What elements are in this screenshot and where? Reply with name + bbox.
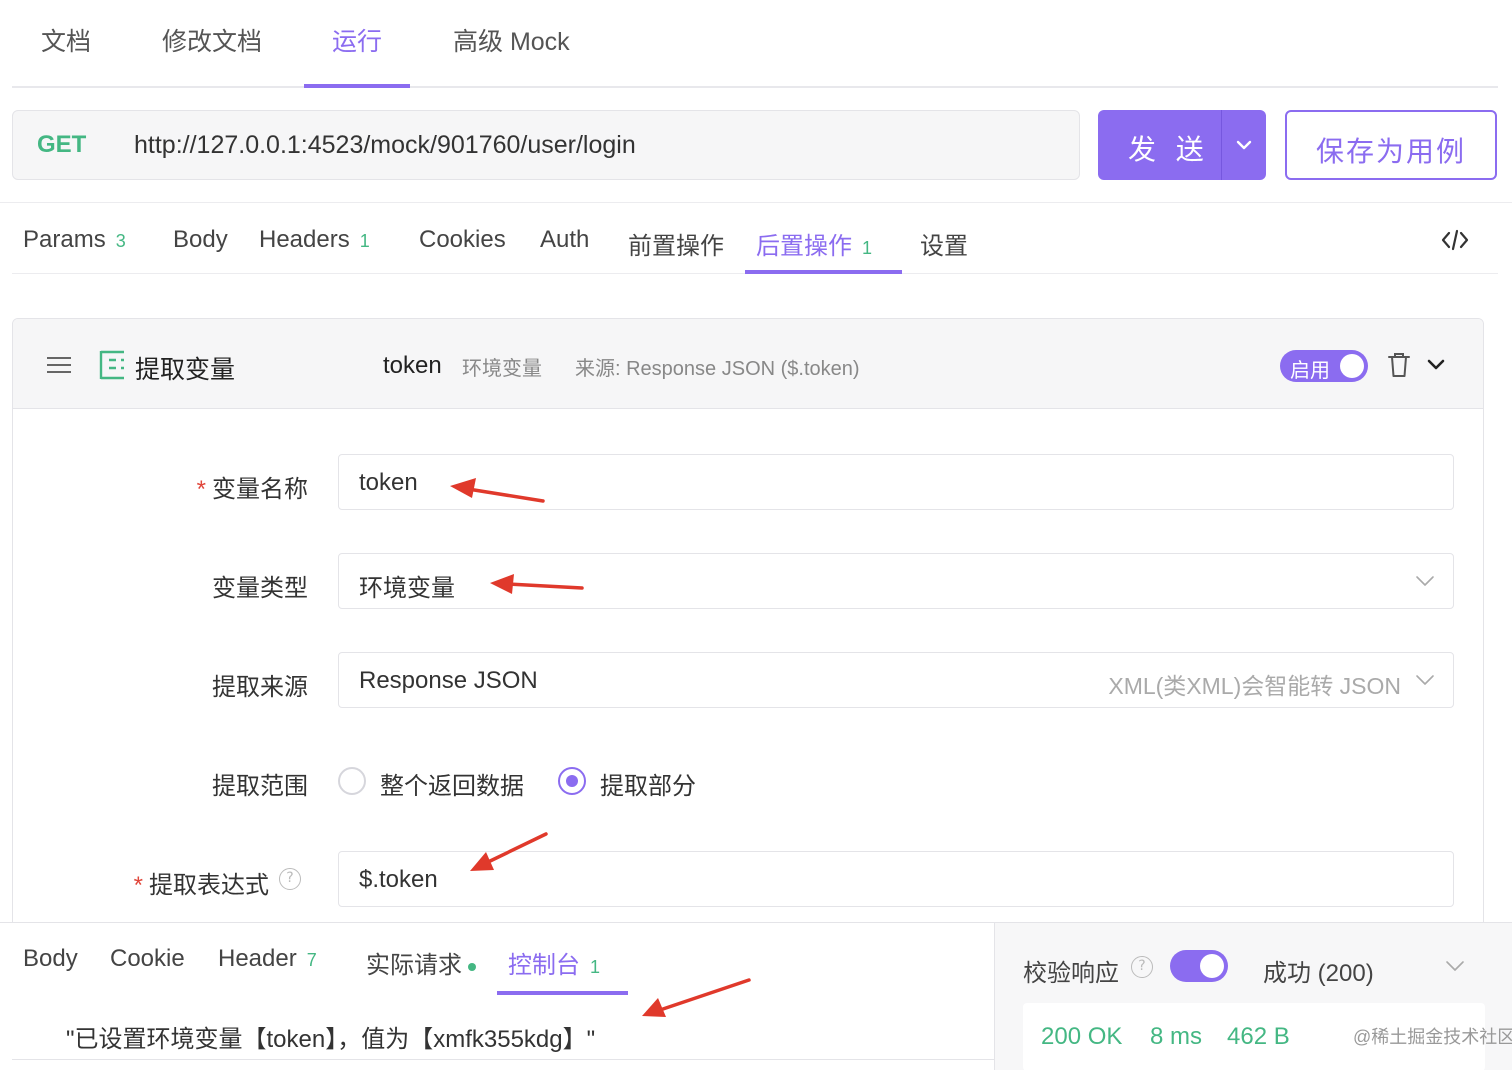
tab-params[interactable]: Params 3 <box>23 226 126 254</box>
extract-source-label: 提取来源 <box>212 674 308 701</box>
extract-expression-input[interactable]: $.token <box>338 851 1454 907</box>
chevron-down-icon[interactable] <box>1235 136 1253 154</box>
save-as-case-button[interactable]: 保存为用例 <box>1285 110 1497 180</box>
help-icon[interactable]: ? <box>279 868 301 890</box>
extract-scope-label: 提取范围 <box>212 773 308 800</box>
variable-name-value: token <box>359 469 418 496</box>
active-tab-indicator <box>497 991 628 995</box>
scope-all-radio[interactable] <box>338 767 366 795</box>
chevron-down-icon[interactable] <box>1426 357 1446 373</box>
validate-response-label: 校验响应 <box>1023 960 1119 987</box>
chevron-down-icon <box>1416 675 1434 685</box>
toggle-knob <box>1200 954 1224 978</box>
resp-tab-header-label: Header <box>218 945 297 972</box>
scope-all-label[interactable]: 整个返回数据 <box>380 766 524 801</box>
required-mark: * <box>133 872 143 899</box>
tab-headers[interactable]: Headers 1 <box>259 226 370 254</box>
extract-variable-icon <box>99 350 124 380</box>
resp-tab-actual-request[interactable]: 实际请求 <box>366 945 476 980</box>
tab-settings[interactable]: 设置 <box>920 226 968 261</box>
tab-auth[interactable]: Auth <box>540 226 589 254</box>
resp-tab-console[interactable]: 控制台 1 <box>508 945 600 980</box>
console-count-badge: 1 <box>590 957 601 977</box>
active-tab-indicator <box>745 270 902 274</box>
resp-tab-body[interactable]: Body <box>23 945 78 973</box>
toggle-knob <box>1340 354 1364 378</box>
request-url-bar[interactable]: GET http://127.0.0.1:4523/mock/901760/us… <box>12 110 1080 180</box>
headers-count-badge: 1 <box>359 231 370 251</box>
active-tab-indicator <box>304 84 410 88</box>
trash-icon[interactable] <box>1387 352 1411 378</box>
response-panel: Body Cookie Header 7 实际请求 控制台 1 "已设置环境变量【t… <box>0 922 994 1070</box>
extract-source-hint: XML(类XML)会智能转 JSON <box>1108 673 1401 699</box>
tab-edit-docs[interactable]: 修改文档 <box>162 22 262 58</box>
header-count-badge: 7 <box>306 950 317 970</box>
scope-part-radio[interactable] <box>558 767 586 795</box>
tab-run[interactable]: 运行 <box>332 22 382 58</box>
summary-source: 来源: Response JSON ($.token) <box>575 358 860 380</box>
validate-response-toggle[interactable] <box>1170 950 1228 982</box>
response-size: 462 B <box>1227 1023 1290 1050</box>
variable-name-input[interactable]: token <box>338 454 1454 510</box>
top-tab-bar: 文档 修改文档 运行 高级 Mock <box>12 0 1498 88</box>
send-button-label: 发 送 <box>1128 134 1210 165</box>
send-button[interactable]: 发 送 <box>1098 110 1266 180</box>
variable-type-value: 环境变量 <box>359 575 455 602</box>
tab-headers-label: Headers <box>259 226 350 253</box>
validation-panel: 校验响应 ? 成功 (200) 200 OK 8 ms 462 B @稀土掘金技… <box>994 922 1512 1070</box>
post-operations-count-badge: 1 <box>862 238 873 258</box>
tab-post-operations-label: 后置操作 <box>756 233 852 260</box>
response-status-bar: 200 OK 8 ms 462 B @稀土掘金技术社区 <box>1023 1003 1512 1070</box>
chevron-down-icon[interactable] <box>1445 959 1465 973</box>
extract-expression-label: * 提取表达式 <box>134 865 269 900</box>
required-mark: * <box>196 476 206 503</box>
save-as-case-label: 保存为用例 <box>1315 136 1466 167</box>
extract-variable-card: 提取变量 token 环境变量 来源: Response JSON ($.tok… <box>12 318 1484 938</box>
variable-type-select[interactable]: 环境变量 <box>338 553 1454 609</box>
tab-post-operations[interactable]: 后置操作 1 <box>756 226 872 261</box>
code-icon[interactable] <box>1440 228 1470 252</box>
resp-tab-actual-request-label: 实际请求 <box>366 952 462 979</box>
params-count-badge: 3 <box>115 231 126 251</box>
tab-docs[interactable]: 文档 <box>41 22 91 58</box>
enable-toggle[interactable]: 启用 <box>1280 350 1368 382</box>
extract-expression-label-text: 提取表达式 <box>149 872 269 899</box>
response-time: 8 ms <box>1150 1023 1203 1050</box>
request-tab-bar: Params 3 Body Headers 1 Cookies Auth 前置操作 … <box>12 210 1498 274</box>
summary-variable-name: token <box>383 352 442 379</box>
scope-part-label[interactable]: 提取部分 <box>600 766 696 801</box>
variable-type-label: 变量类型 <box>212 575 308 602</box>
validation-result-select[interactable]: 成功 (200) <box>1263 953 1374 988</box>
extract-variable-title: 提取变量 <box>135 356 236 384</box>
summary-variable-type: 环境变量 <box>462 358 542 380</box>
chevron-down-icon <box>1416 576 1434 586</box>
url-input[interactable]: http://127.0.0.1:4523/mock/901760/user/l… <box>134 131 636 160</box>
enable-toggle-label: 启用 <box>1290 360 1330 382</box>
send-button-divider <box>1221 110 1222 180</box>
tab-cookies[interactable]: Cookies <box>419 226 506 254</box>
drag-handle-icon[interactable] <box>46 355 72 375</box>
http-method[interactable]: GET <box>37 131 86 159</box>
divider <box>12 1059 994 1060</box>
divider <box>0 202 1512 203</box>
resp-tab-cookie[interactable]: Cookie <box>110 945 185 973</box>
status-dot <box>468 962 476 971</box>
tab-advanced-mock[interactable]: 高级 Mock <box>453 22 570 58</box>
extract-expression-value: $.token <box>359 866 438 893</box>
extract-source-value: Response JSON <box>359 667 538 694</box>
variable-name-label-text: 变量名称 <box>212 476 308 503</box>
tab-params-label: Params <box>23 226 106 253</box>
extract-source-select[interactable]: Response JSON XML(类XML)会智能转 JSON <box>338 652 1454 708</box>
tab-pre-operations[interactable]: 前置操作 <box>628 226 724 261</box>
watermark: @稀土掘金技术社区 <box>1353 1027 1512 1047</box>
tab-body[interactable]: Body <box>173 226 228 254</box>
resp-tab-console-label: 控制台 <box>508 952 580 979</box>
help-icon[interactable]: ? <box>1131 956 1153 978</box>
variable-name-label: * 变量名称 <box>197 469 308 504</box>
console-output-line: "已设置环境变量【token】，值为【xmfk355kdg】" <box>66 1026 596 1053</box>
extract-variable-header[interactable]: 提取变量 token 环境变量 来源: Response JSON ($.tok… <box>13 319 1483 409</box>
status-code: 200 OK <box>1041 1023 1123 1050</box>
resp-tab-header[interactable]: Header 7 <box>218 945 317 973</box>
